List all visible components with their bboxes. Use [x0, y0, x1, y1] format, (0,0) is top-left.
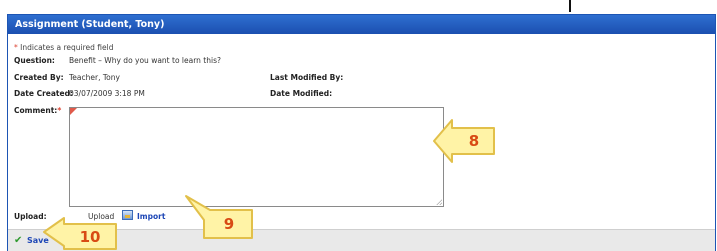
checkmark-icon[interactable]: ✔ [14, 235, 22, 246]
callout-8-number: 8 [468, 132, 480, 150]
required-corner-marker [70, 108, 77, 115]
comment-label-text: Comment: [14, 106, 58, 115]
import-icon[interactable] [122, 210, 133, 220]
last-modified-by-label: Last Modified By: [270, 73, 344, 82]
date-modified-label: Date Modified: [270, 89, 333, 98]
required-note-text: Indicates a required field [20, 43, 114, 52]
callout-8: 8 [432, 118, 496, 164]
created-by-value: Teacher, Tony [69, 73, 120, 82]
created-by-label: Created By: [14, 73, 64, 82]
date-created-label: Date Created: [14, 89, 73, 98]
import-link[interactable]: Import [137, 212, 165, 221]
question-value: Benefit – Why do you want to learn this? [69, 56, 221, 65]
required-note: * Indicates a required field [14, 43, 114, 52]
resize-grip-icon[interactable] [436, 199, 442, 205]
comment-required-star: * [57, 106, 62, 115]
callout-10-number: 10 [79, 228, 101, 246]
date-created-value: 03/07/2009 3:18 PM [69, 89, 145, 98]
callout-10: 10 [42, 216, 118, 250]
comment-textarea[interactable] [69, 107, 444, 207]
cursor-tick [569, 0, 571, 12]
required-star: * [14, 43, 18, 52]
callout-9-number: 9 [223, 215, 235, 233]
question-label: Question: [14, 56, 55, 65]
comment-label: Comment:* [14, 106, 61, 115]
callout-9: 9 [184, 195, 254, 242]
window-title: Assignment (Student, Tony) [8, 15, 715, 34]
